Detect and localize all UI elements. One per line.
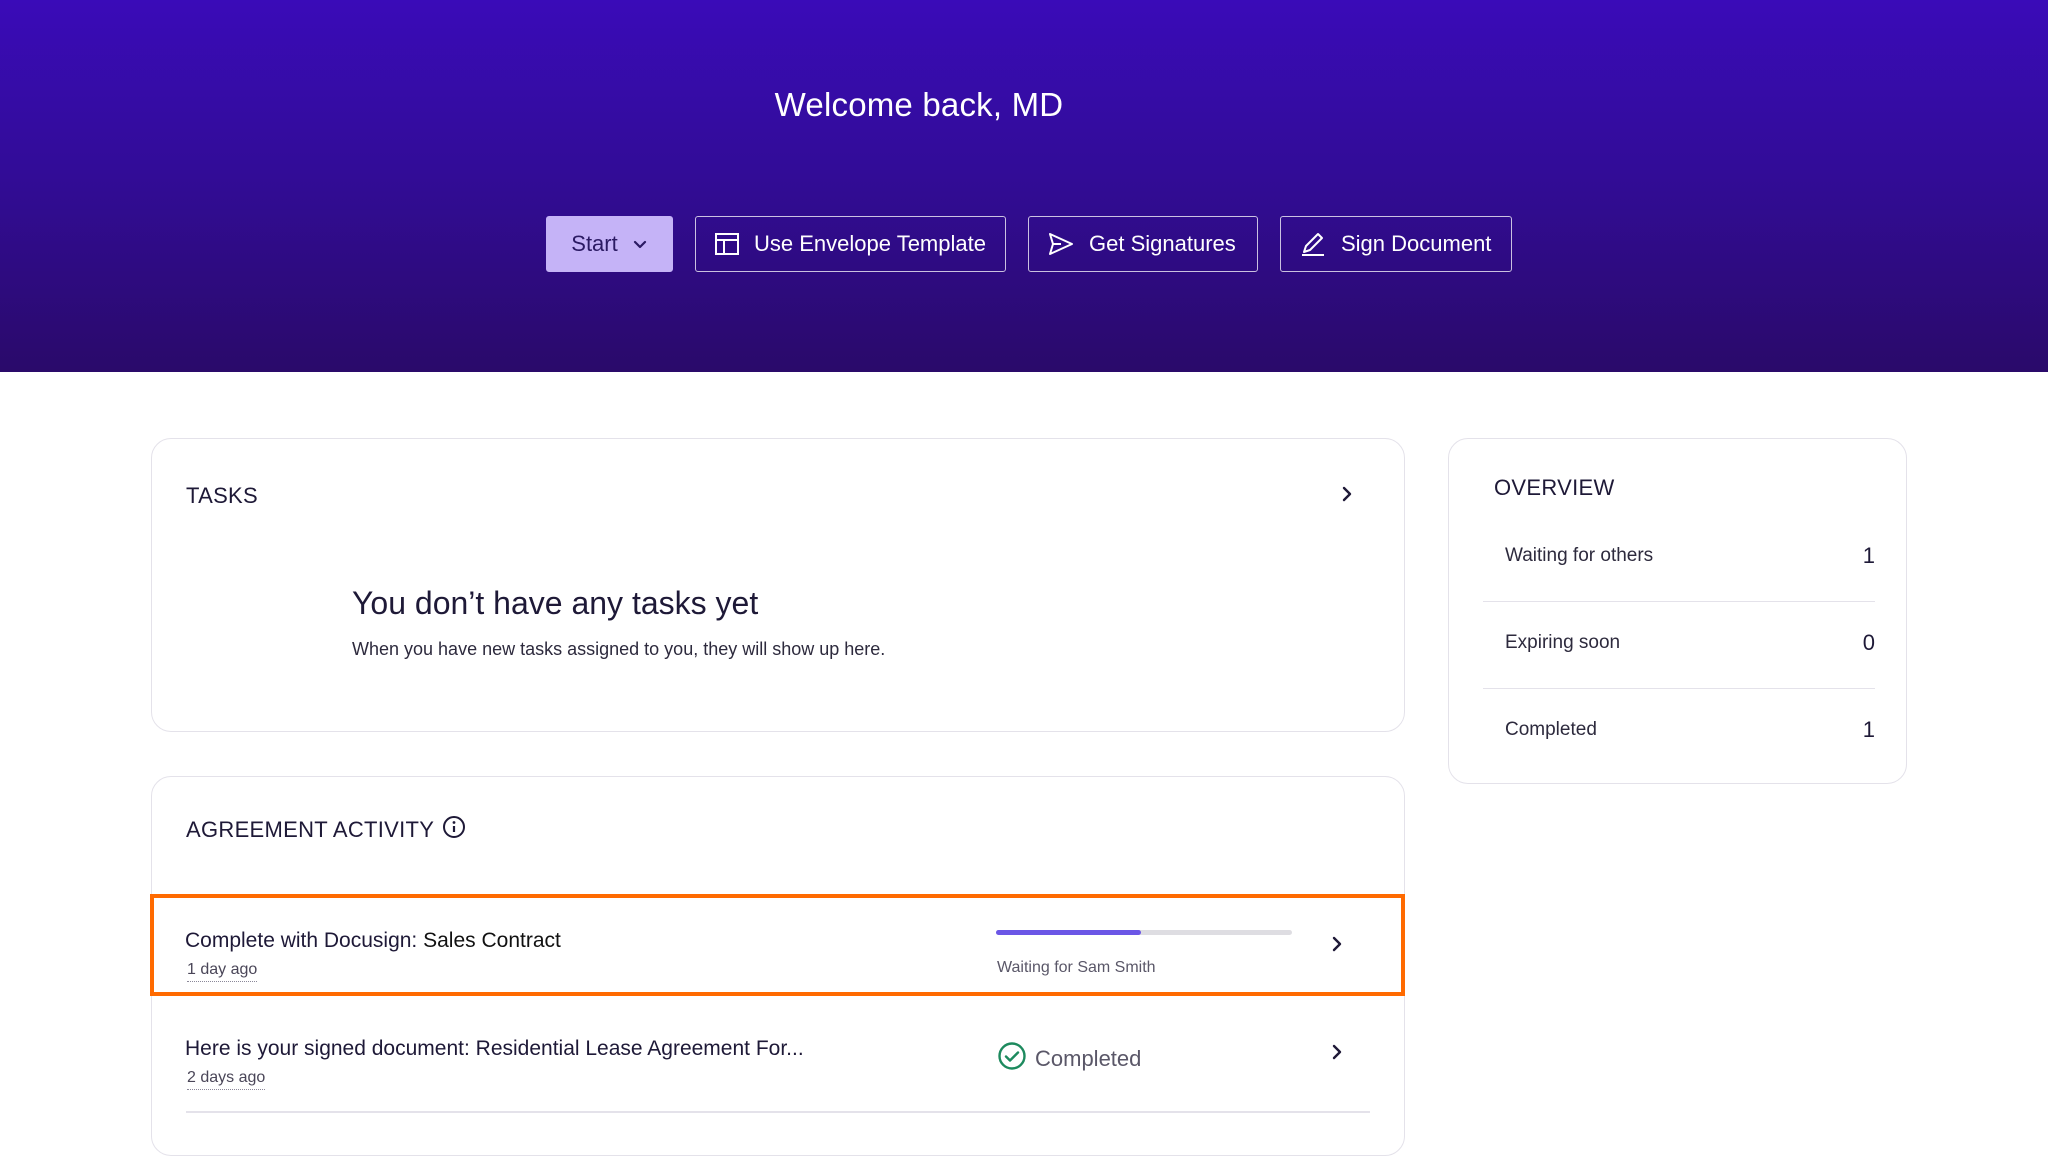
completed-status-label: Completed — [1035, 1046, 1142, 1071]
welcome-title: Welcome back, MD — [774, 86, 1064, 123]
chevron-down-icon — [632, 236, 648, 252]
activity-row-open-link[interactable] — [1322, 931, 1352, 961]
overview-item-label: Expiring soon — [1505, 632, 1621, 653]
overview-item-count: 1 — [1862, 543, 1875, 568]
hero-actions: Start Use Envelope Template Get Signatur… — [546, 216, 1512, 272]
row-divider — [186, 1111, 1370, 1113]
agreement-activity-title: AGREEMENT ACTIVITY — [186, 817, 435, 842]
start-button[interactable]: Start — [546, 216, 673, 272]
activity-row-sales-contract[interactable]: Complete with Docusign: Sales Contract 1… — [152, 895, 1406, 999]
activity-row-title: Here is your signed document: Residentia… — [185, 1037, 804, 1060]
activity-row-time: 1 day ago — [187, 961, 258, 982]
activity-row-open-link[interactable] — [1322, 1039, 1352, 1069]
overview-item-count: 1 — [1862, 717, 1875, 742]
chevron-right-icon — [1340, 486, 1354, 507]
use-envelope-template-label: Use Envelope Template — [754, 231, 986, 256]
tasks-open-link[interactable] — [1332, 481, 1362, 511]
overview-item-count: 0 — [1862, 630, 1875, 655]
activity-row-title: Complete with Docusign: Sales Contract — [185, 929, 561, 953]
hero-banner: Welcome back, MD Start Use Envelope Temp… — [0, 0, 2048, 372]
check-circle-icon — [997, 1041, 1027, 1077]
agreement-activity-card: AGREEMENT ACTIVITY Complete with Docusig… — [151, 776, 1405, 1156]
activity-row-status: Completed — [997, 1041, 1141, 1077]
info-icon[interactable] — [442, 815, 466, 845]
get-signatures-button[interactable]: Get Signatures — [1028, 216, 1258, 272]
tasks-heading: TASKS — [186, 483, 259, 508]
use-envelope-template-button[interactable]: Use Envelope Template — [695, 216, 1006, 272]
overview-item-label: Waiting for others — [1505, 545, 1654, 566]
start-button-label: Start — [571, 231, 618, 256]
activity-row-document-name: Sales Contract — [423, 929, 561, 952]
activity-row-status: Waiting for Sam Smith — [997, 959, 1156, 976]
chevron-right-icon — [1330, 1044, 1344, 1065]
pen-icon — [1299, 230, 1327, 258]
activity-row-time: 2 days ago — [187, 1069, 266, 1090]
get-signatures-label: Get Signatures — [1089, 231, 1236, 256]
overview-item-label: Completed — [1505, 719, 1597, 740]
overview-item-completed[interactable]: Completed 1 — [1483, 689, 1875, 776]
overview-item-waiting-for-others[interactable]: Waiting for others 1 — [1483, 515, 1875, 602]
overview-card: OVERVIEW Waiting for others 1 Expiring s… — [1448, 438, 1907, 784]
chevron-right-icon — [1330, 936, 1344, 957]
agreement-activity-heading: AGREEMENT ACTIVITY — [186, 815, 466, 845]
overview-item-expiring-soon[interactable]: Expiring soon 0 — [1483, 602, 1875, 689]
send-icon — [1047, 231, 1075, 257]
signing-progress-bar — [996, 930, 1292, 935]
template-icon — [714, 231, 740, 257]
overview-heading: OVERVIEW — [1494, 475, 1615, 500]
empty-tasks-subtitle: When you have new tasks assigned to you,… — [352, 639, 886, 659]
sign-document-label: Sign Document — [1341, 231, 1492, 256]
sign-document-button[interactable]: Sign Document — [1280, 216, 1512, 272]
empty-tasks-title: You don’t have any tasks yet — [352, 585, 759, 621]
signing-progress-fill — [996, 930, 1142, 935]
tasks-card: TASKS You don’t have any tasks yet When … — [151, 438, 1405, 732]
activity-row-lease-agreement[interactable]: Here is your signed document: Residentia… — [152, 1003, 1406, 1107]
activity-row-title-prefix: Complete with Docusign: — [185, 929, 424, 952]
